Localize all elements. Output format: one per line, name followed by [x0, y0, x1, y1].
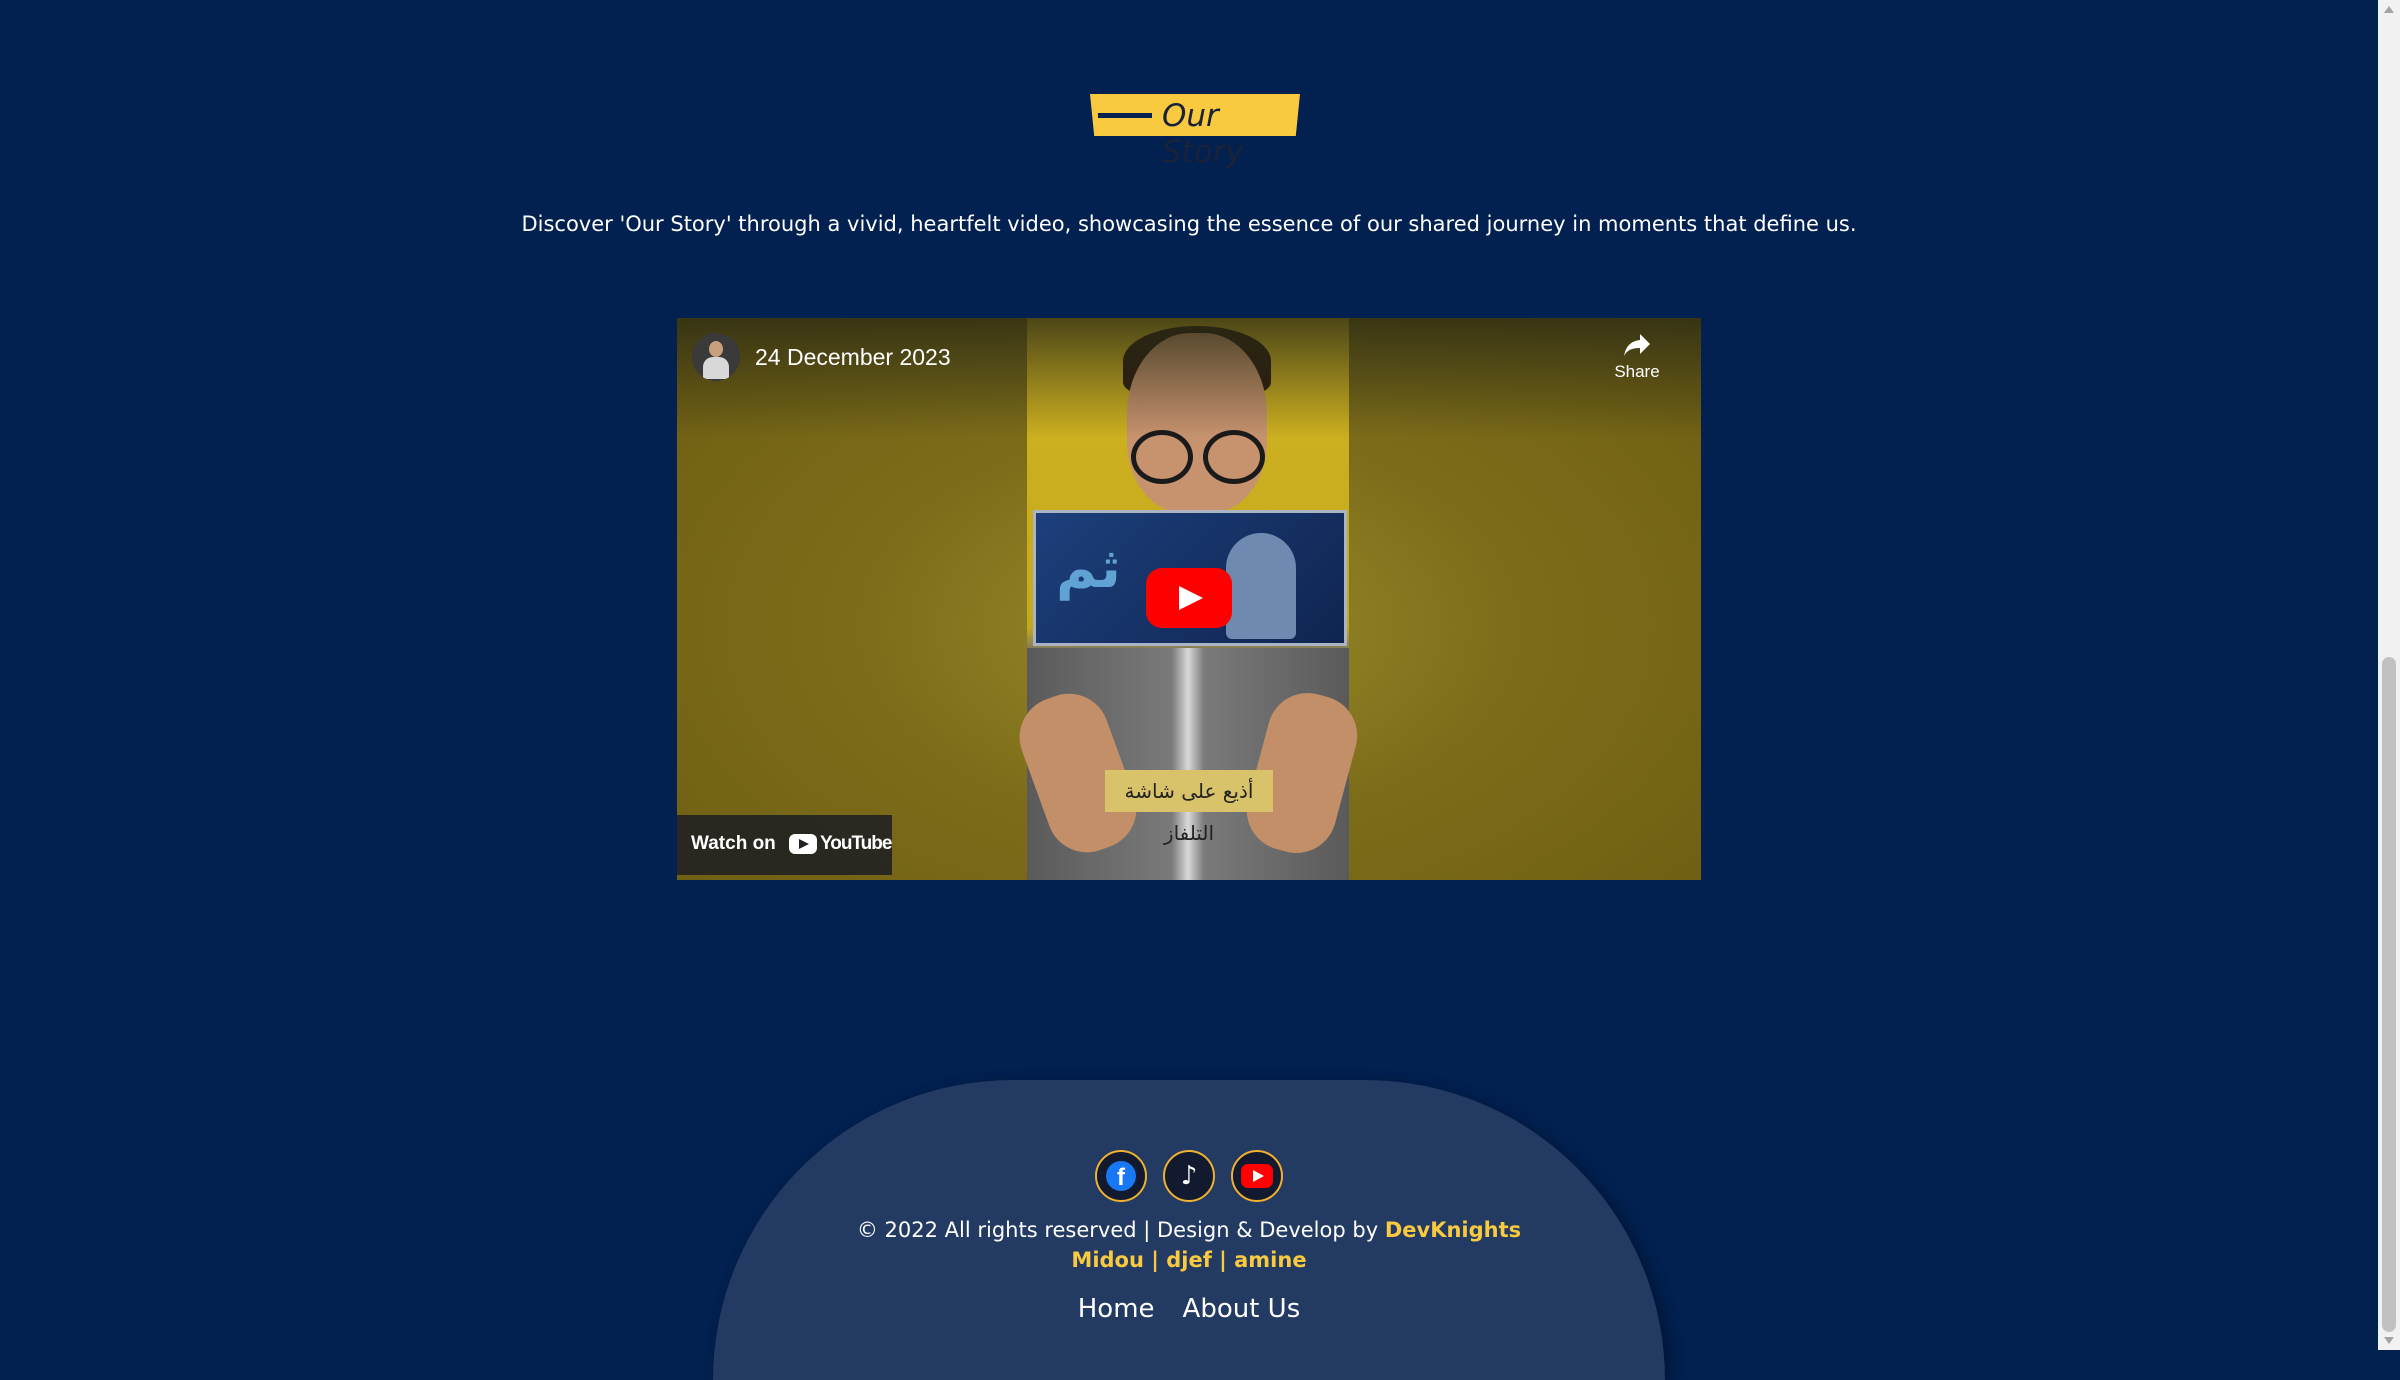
video-caption: أذيع على شاشة التلفاز — [1105, 770, 1273, 845]
avatar-head — [709, 341, 723, 357]
section-title: Our Story — [1162, 98, 1244, 170]
glasses-icon — [1203, 430, 1265, 484]
glasses-icon — [1131, 430, 1193, 484]
play-icon[interactable] — [1146, 568, 1232, 628]
avatar-body — [703, 357, 729, 379]
scroll-thumb[interactable] — [2382, 657, 2396, 1332]
youtube-wordmark: YouTube — [820, 833, 892, 854]
title-dash-icon — [1098, 113, 1152, 118]
section-intro: Discover 'Our Story' through a vivid, he… — [521, 212, 1857, 236]
brand-link[interactable]: DevKnights — [1385, 1218, 1521, 1242]
tiktok-link[interactable]: ♪ — [1163, 1150, 1215, 1202]
tiktok-icon: ♪ — [1180, 1161, 1198, 1191]
share-button[interactable]: Share — [1602, 332, 1672, 382]
social-links: f ♪ — [713, 1150, 1665, 1202]
youtube-link[interactable] — [1231, 1150, 1283, 1202]
watch-on-youtube-button[interactable]: Watch on YouTube — [677, 815, 892, 875]
team-credits: Midou | djef | amine — [1071, 1248, 1307, 1272]
watch-on-label: Watch on — [691, 833, 776, 854]
scroll-up-icon[interactable] — [2384, 6, 2394, 13]
tv-logo: ثم — [1056, 536, 1121, 599]
nav-home-link[interactable]: Home — [1078, 1294, 1155, 1324]
facebook-link[interactable]: f — [1095, 1150, 1147, 1202]
copyright: © 2022 All rights reserved | Design & De… — [713, 1218, 1665, 1242]
video-top-gradient — [677, 318, 1701, 438]
share-label: Share — [1614, 362, 1660, 381]
page: Our Story Discover 'Our Story' through a… — [0, 0, 2378, 1380]
footer: f ♪ © 2022 All rights reserved | Design … — [713, 1080, 1665, 1380]
share-icon — [1624, 334, 1650, 356]
footer-nav: Home About Us — [713, 1294, 1665, 1324]
channel-avatar[interactable] — [692, 333, 740, 381]
copyright-text: © 2022 All rights reserved | Design & De… — [856, 1218, 1379, 1242]
tv-presenter — [1226, 533, 1296, 639]
section-title-badge: Our Story — [1090, 94, 1300, 170]
video-title[interactable]: 24 December 2023 — [755, 344, 951, 371]
facebook-icon: f — [1106, 1161, 1136, 1191]
scrollbar[interactable] — [2378, 0, 2400, 1350]
scroll-down-icon[interactable] — [2384, 1337, 2394, 1344]
youtube-logo-icon — [789, 834, 817, 854]
youtube-icon — [1241, 1164, 1273, 1188]
youtube-embed[interactable]: ثم أذيع على شاشة التلفاز 24 December 202… — [677, 318, 1701, 880]
nav-about-link[interactable]: About Us — [1183, 1294, 1301, 1324]
